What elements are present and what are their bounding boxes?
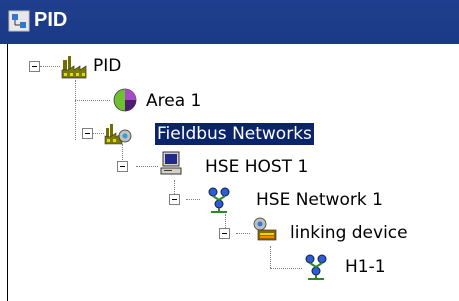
area-pie-icon bbox=[113, 88, 137, 112]
window-title: PID bbox=[34, 9, 68, 31]
tree-node-linking-device[interactable]: linking device bbox=[290, 222, 408, 244]
network-icon bbox=[305, 254, 327, 280]
tree-node-pid[interactable]: PID bbox=[93, 55, 121, 77]
tree-view[interactable]: PID Area 1 Fieldbus Networks HSE HOST 1 … bbox=[0, 44, 459, 301]
tree-node-fieldbus-networks[interactable]: Fieldbus Networks bbox=[154, 122, 315, 146]
expander-pid[interactable] bbox=[29, 61, 40, 72]
tree-node-area-1[interactable]: Area 1 bbox=[146, 90, 201, 112]
linking-device-icon bbox=[253, 217, 277, 241]
computer-host-icon bbox=[160, 151, 182, 175]
tree-node-hse-network-1[interactable]: HSE Network 1 bbox=[256, 189, 383, 211]
title-bar[interactable]: PID bbox=[0, 0, 459, 44]
expander-linking-device[interactable] bbox=[219, 228, 230, 239]
network-icon bbox=[208, 187, 230, 213]
left-border bbox=[7, 44, 8, 301]
expander-hse-host-1[interactable] bbox=[117, 161, 128, 172]
pid-window: PID PID Area 1 Fieldbus Networks HSE HOS… bbox=[0, 0, 459, 301]
expander-hse-network-1[interactable] bbox=[169, 194, 180, 205]
expander-fieldbus-networks[interactable] bbox=[82, 128, 93, 139]
fieldbus-networks-icon bbox=[104, 124, 132, 145]
plant-icon bbox=[61, 56, 87, 79]
tree-node-hse-host-1[interactable]: HSE HOST 1 bbox=[205, 156, 308, 178]
tree-node-h1-1[interactable]: H1-1 bbox=[345, 256, 386, 278]
pid-window-icon bbox=[8, 10, 30, 32]
